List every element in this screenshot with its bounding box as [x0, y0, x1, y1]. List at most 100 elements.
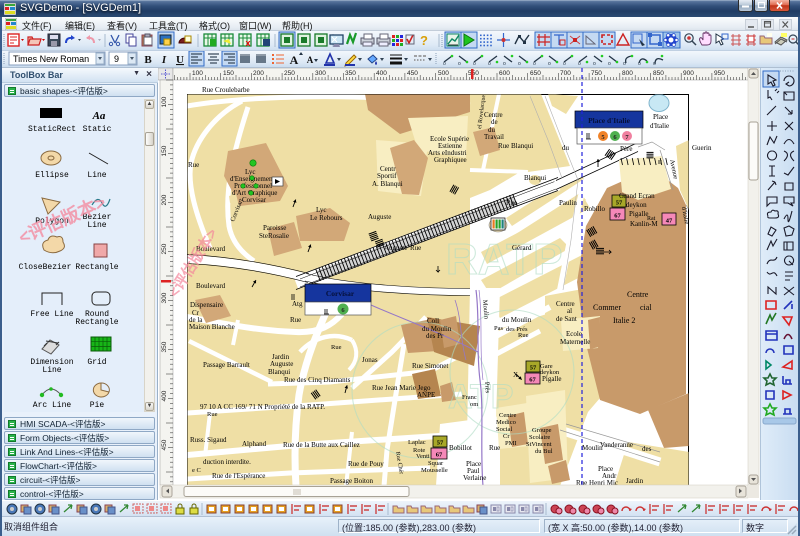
svg-text:100: 100 — [192, 70, 203, 77]
svg-text:Rue Simonet: Rue Simonet — [412, 362, 448, 370]
svg-text:des: des — [642, 445, 652, 453]
svg-text:550: 550 — [468, 70, 479, 77]
svg-text:Verlaine: Verlaine — [463, 474, 486, 482]
svg-text:47: 47 — [666, 218, 673, 225]
svg-text:Lyc: Lyc — [316, 206, 327, 214]
svg-text:Rue: Rue — [188, 161, 199, 169]
svg-text:B: B — [144, 54, 152, 66]
svg-text:Auguste: Auguste — [384, 244, 407, 252]
svg-text:250: 250 — [284, 70, 295, 77]
svg-text:o: o — [578, 61, 581, 67]
svg-text:Place d'Italie: Place d'Italie — [588, 116, 631, 125]
svg-text:Centre: Centre — [627, 290, 649, 299]
svg-text:900: 900 — [683, 70, 694, 77]
svg-text:Rue: Rue — [489, 444, 500, 452]
svg-text:Ecole: Ecole — [566, 330, 582, 338]
svg-text:o: o — [623, 61, 626, 67]
svg-text:150: 150 — [223, 70, 234, 77]
svg-text:Blanqui: Blanqui — [268, 368, 290, 376]
svg-text:Aa: Aa — [92, 110, 106, 122]
svg-text:450: 450 — [161, 439, 168, 450]
svg-text:o: o — [593, 61, 596, 67]
svg-text:Rue: Rue — [290, 316, 301, 324]
svg-text:Place: Place — [653, 113, 668, 121]
svg-text:350: 350 — [345, 70, 356, 77]
svg-text:Dispensaire: Dispensaire — [190, 301, 223, 309]
svg-text:Alphand: Alphand — [242, 440, 267, 448]
svg-text:200: 200 — [253, 70, 264, 77]
svg-text:Groupe: Groupe — [532, 427, 552, 434]
svg-text:Vanderanne: Vanderanne — [600, 441, 633, 449]
svg-text:Passage Barrault: Passage Barrault — [203, 361, 250, 369]
svg-text:Graphiquee: Graphiquee — [434, 156, 467, 164]
svg-text:Blanqui: Blanqui — [511, 142, 533, 150]
svg-text:Boulevard: Boulevard — [196, 245, 226, 253]
svg-text:Rue des Cinq Diamants: Rue des Cinq Diamants — [284, 376, 351, 384]
svg-text:PMI: PMI — [505, 440, 517, 447]
svg-text:57: 57 — [530, 365, 537, 372]
svg-text:650: 650 — [530, 70, 541, 77]
svg-text:67: 67 — [529, 377, 536, 384]
svg-text:67: 67 — [614, 213, 621, 220]
svg-text:Travail: Travail — [484, 133, 504, 141]
svg-text:Prés: Prés — [483, 382, 491, 394]
svg-text:500: 500 — [438, 70, 449, 77]
svg-text:Robillo: Robillo — [584, 205, 606, 213]
svg-text:Auguste: Auguste — [270, 360, 293, 368]
svg-text:200: 200 — [161, 194, 168, 205]
svg-text:700: 700 — [560, 70, 571, 77]
svg-text:Coll: Coll — [427, 317, 439, 325]
svg-text:cial: cial — [640, 303, 652, 312]
svg-text:Sportif: Sportif — [377, 172, 397, 180]
svg-text:100: 100 — [161, 96, 168, 107]
svg-text:350: 350 — [161, 341, 168, 352]
svg-text:Atg: Atg — [292, 300, 303, 308]
svg-text:Commer: Commer — [593, 303, 621, 312]
svg-text:o: o — [533, 61, 536, 67]
svg-text:Rue: Rue — [207, 411, 218, 418]
svg-text:o: o — [563, 61, 566, 67]
svg-text:97 10 A CC 169/ 71 N Prop: 97 10 A CC 169/ 71 N Propriété de la RAT… — [200, 403, 325, 411]
svg-text:Paroisse: Paroisse — [263, 224, 286, 232]
svg-text:Russ. Sigaud: Russ. Sigaud — [190, 436, 227, 444]
svg-text:800: 800 — [622, 70, 633, 77]
svg-text:Guerin: Guerin — [692, 144, 712, 152]
svg-text:de: de — [491, 118, 498, 126]
svg-text:Rue Croulebarbe: Rue Croulebarbe — [202, 86, 250, 94]
svg-text:RATP: RATP — [446, 235, 563, 284]
svg-text:Franc: Franc — [462, 394, 477, 401]
svg-text:A: A — [307, 55, 314, 65]
svg-text:e C: e C — [192, 467, 201, 474]
svg-text:Mousselle: Mousselle — [421, 467, 448, 474]
svg-text:Rue: Rue — [331, 344, 342, 351]
svg-text:des Pr: des Pr — [426, 332, 444, 340]
svg-text:o: o — [518, 61, 521, 67]
svg-text:Medico: Medico — [496, 419, 516, 426]
svg-text:Pas: Pas — [494, 325, 504, 332]
svg-text:9: 9 — [114, 54, 119, 64]
svg-text:400: 400 — [376, 70, 387, 77]
svg-text:Times New Roman: Times New Roman — [13, 54, 89, 64]
svg-text:om: om — [470, 401, 478, 408]
svg-text:x: x — [245, 38, 250, 48]
svg-text:Bobillot: Bobillot — [449, 444, 472, 452]
svg-text:Pigalle: Pigalle — [542, 375, 561, 383]
svg-text:57: 57 — [437, 440, 444, 447]
svg-text:I: I — [161, 54, 167, 66]
svg-text:d'Italie: d'Italie — [650, 122, 669, 130]
svg-text:Père: Père — [620, 145, 632, 153]
svg-text:A. Blanqui: A. Blanqui — [372, 180, 403, 188]
svg-text:Boulevard: Boulevard — [196, 282, 226, 290]
svg-text:de Sant: de Sant — [556, 315, 577, 323]
svg-text:Le Rebours: Le Rebours — [310, 214, 343, 222]
svg-text:Scolaire: Scolaire — [529, 434, 550, 441]
svg-text:Passage Boiton: Passage Boiton — [330, 477, 373, 485]
svg-text:o: o — [458, 61, 461, 67]
svg-text:o: o — [443, 61, 446, 67]
svg-text:Rue: Rue — [498, 142, 509, 150]
svg-text:Laplac: Laplac — [408, 439, 426, 446]
svg-text:Venti: Venti — [416, 453, 430, 460]
svg-text:Rue de la Butte aux Caillez: Rue de la Butte aux Caillez — [283, 441, 360, 449]
svg-text:Maternelle: Maternelle — [560, 338, 590, 346]
svg-text:Rue de Pouy: Rue de Pouy — [348, 460, 384, 468]
